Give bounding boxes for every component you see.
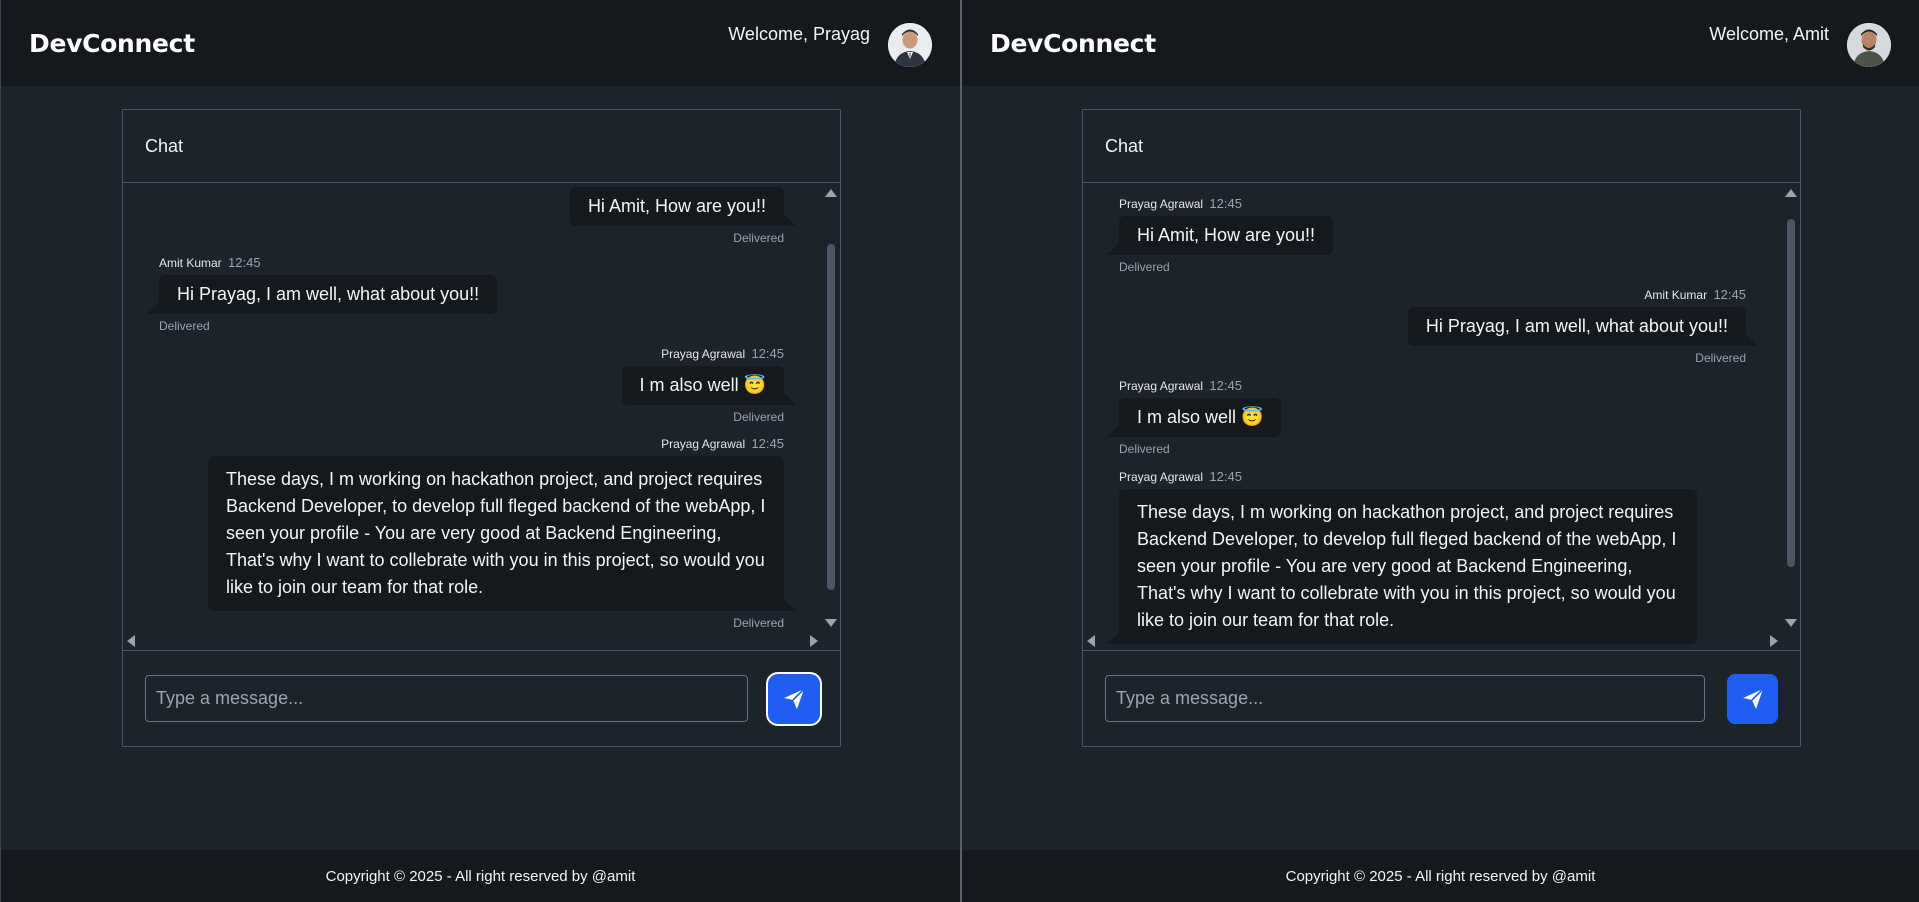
horizontal-scrollbar[interactable] bbox=[1083, 634, 1800, 648]
message-bubble: I m also well 😇 bbox=[1106, 398, 1282, 437]
message-bubble: Hi Amit, How are you!! bbox=[569, 187, 797, 226]
message-meta: Prayag Agrawal 12:45 bbox=[201, 436, 784, 451]
scroll-up-icon[interactable] bbox=[825, 189, 837, 197]
message-author: Prayag Agrawal bbox=[1119, 197, 1204, 211]
avatar-person-icon bbox=[888, 23, 932, 67]
chat-message: Prayag Agrawal 12:45 Hi Amit, How are yo… bbox=[1106, 196, 1334, 274]
chat-message: Prayag Agrawal 12:45 These days, I m wor… bbox=[201, 436, 796, 630]
message-status: Delivered bbox=[733, 231, 784, 245]
send-button[interactable] bbox=[770, 675, 818, 722]
message-input[interactable] bbox=[145, 675, 748, 722]
nav-user-area: Welcome, Prayag bbox=[728, 5, 932, 67]
chat-message: Prayag Agrawal 12:45 I m also well 😇 Del… bbox=[621, 346, 797, 424]
message-bubble: These days, I m working on hackathon pro… bbox=[208, 456, 796, 611]
message-bubble: These days, I m working on hackathon pro… bbox=[1107, 489, 1697, 644]
message-author: Amit Kumar bbox=[1644, 288, 1708, 302]
footer: Copyright © 2025 - All right reserved by… bbox=[1, 850, 960, 902]
message-time: 12:45 bbox=[751, 436, 784, 451]
vertical-scrollbar[interactable] bbox=[822, 183, 840, 641]
nav-user-area: Welcome, Amit bbox=[1709, 5, 1891, 67]
message-time: 12:45 bbox=[1209, 378, 1242, 393]
navbar: DevConnect Welcome, Amit bbox=[962, 0, 1919, 86]
message-time: 12:45 bbox=[228, 255, 261, 270]
welcome-text: Welcome, Amit bbox=[1709, 23, 1829, 44]
message-time: 12:45 bbox=[1209, 469, 1242, 484]
chat-message: Prayag Agrawal 12:45 I m also well 😇 Del… bbox=[1106, 378, 1282, 456]
footer: Copyright © 2025 - All right reserved by… bbox=[962, 850, 1919, 902]
message-list[interactable]: Prayag Agrawal 12:45 Hi Amit, How are yo… bbox=[1083, 183, 1800, 651]
message-bubble: Hi Amit, How are you!! bbox=[1106, 216, 1334, 255]
chat-message: Hi Amit, How are you!! Delivered bbox=[569, 187, 797, 245]
message-composer bbox=[123, 651, 840, 746]
message-bubble: I m also well 😇 bbox=[621, 366, 797, 405]
brand-logo[interactable]: DevConnect bbox=[990, 29, 1156, 58]
message-meta: Amit Kumar 12:45 bbox=[1408, 287, 1746, 302]
message-status: Delivered bbox=[733, 616, 784, 630]
message-meta: Prayag Agrawal 12:45 bbox=[1119, 196, 1333, 211]
send-button[interactable] bbox=[1727, 673, 1778, 724]
message-bubble: Hi Prayag, I am well, what about you!! bbox=[146, 275, 498, 314]
paper-plane-icon bbox=[784, 687, 805, 709]
vertical-scrollbar[interactable] bbox=[1782, 183, 1800, 641]
message-author: Prayag Agrawal bbox=[661, 347, 746, 361]
paper-plane-icon bbox=[1742, 687, 1764, 709]
message-meta: Prayag Agrawal 12:45 bbox=[1119, 469, 1699, 484]
message-input[interactable] bbox=[1105, 675, 1705, 722]
brand-logo[interactable]: DevConnect bbox=[29, 29, 195, 58]
chat-message: Prayag Agrawal 12:45 These days, I m wor… bbox=[1107, 469, 1699, 644]
message-status: Delivered bbox=[733, 410, 784, 424]
message-meta: Amit Kumar 12:45 bbox=[159, 255, 497, 270]
navbar: DevConnect Welcome, Prayag bbox=[1, 0, 960, 86]
message-status: Delivered bbox=[159, 319, 210, 333]
scroll-right-icon[interactable] bbox=[1770, 635, 1778, 647]
user-avatar[interactable] bbox=[888, 23, 932, 67]
message-author: Prayag Agrawal bbox=[661, 437, 746, 451]
message-status: Delivered bbox=[1695, 351, 1746, 365]
message-bubble: Hi Prayag, I am well, what about you!! bbox=[1407, 307, 1759, 346]
user-avatar[interactable] bbox=[1847, 23, 1891, 67]
message-author: Amit Kumar bbox=[159, 256, 222, 270]
chat-card: Chat Hi Amit, How are you!! Delivered Am… bbox=[122, 109, 841, 747]
message-author: Prayag Agrawal bbox=[1119, 379, 1204, 393]
message-author: Prayag Agrawal bbox=[1119, 470, 1204, 484]
message-meta: Prayag Agrawal 12:45 bbox=[622, 346, 784, 361]
scroll-down-icon[interactable] bbox=[1785, 619, 1797, 627]
scroll-down-icon[interactable] bbox=[825, 619, 837, 627]
right-session-pane: DevConnect Welcome, Amit Chat Prayag Agr… bbox=[960, 0, 1919, 902]
avatar-person-icon bbox=[1847, 23, 1891, 67]
scroll-up-icon[interactable] bbox=[1785, 189, 1797, 197]
left-session-pane: DevConnect Welcome, Prayag Chat Hi Amit,… bbox=[0, 0, 960, 902]
scroll-thumb[interactable] bbox=[1787, 219, 1795, 567]
message-composer bbox=[1083, 651, 1800, 746]
message-list[interactable]: Hi Amit, How are you!! Delivered Amit Ku… bbox=[123, 183, 840, 651]
chat-card: Chat Prayag Agrawal 12:45 Hi Amit, How a… bbox=[1082, 109, 1801, 747]
scroll-right-icon[interactable] bbox=[810, 635, 818, 647]
message-meta: Prayag Agrawal 12:45 bbox=[1119, 378, 1281, 393]
scroll-left-icon[interactable] bbox=[127, 635, 135, 647]
chat-message: Amit Kumar 12:45 Hi Prayag, I am well, w… bbox=[1407, 287, 1759, 365]
welcome-text: Welcome, Prayag bbox=[728, 23, 870, 44]
message-time: 12:45 bbox=[1209, 196, 1242, 211]
message-time: 12:45 bbox=[1713, 287, 1746, 302]
chat-title: Chat bbox=[1083, 110, 1800, 183]
chat-title: Chat bbox=[123, 110, 840, 183]
message-status: Delivered bbox=[1119, 260, 1170, 274]
chat-message: Amit Kumar 12:45 Hi Prayag, I am well, w… bbox=[146, 255, 498, 333]
horizontal-scrollbar[interactable] bbox=[123, 634, 840, 648]
scroll-left-icon[interactable] bbox=[1087, 635, 1095, 647]
message-status: Delivered bbox=[1119, 442, 1170, 456]
scroll-thumb[interactable] bbox=[827, 244, 835, 590]
message-time: 12:45 bbox=[751, 346, 784, 361]
